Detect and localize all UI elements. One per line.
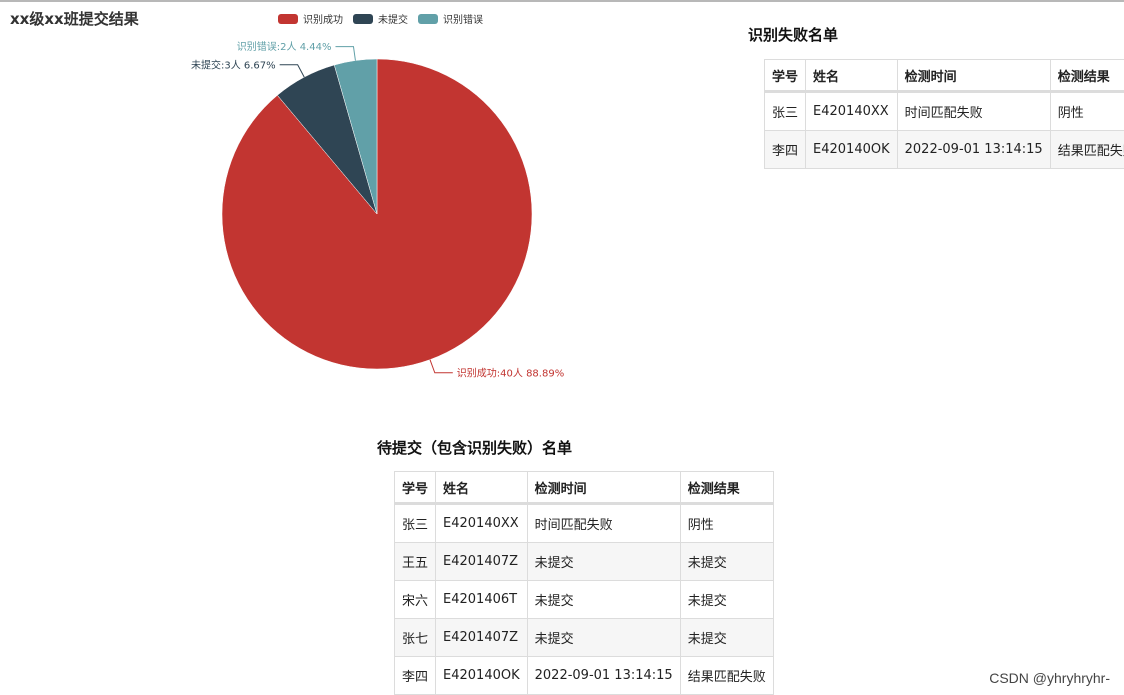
table-cell: 阴性: [1050, 92, 1124, 131]
pie-label-line-error: [335, 47, 355, 61]
column-header: 检测时间: [527, 472, 680, 504]
pie-label-line-success: [430, 360, 453, 373]
table-cell: 时间匹配失败: [527, 504, 680, 543]
table-cell: 结果匹配失败: [1050, 131, 1124, 169]
table-cell: 未提交: [527, 581, 680, 619]
table-cell: E420140OK: [806, 131, 898, 169]
watermark: CSDN @yhryhryhr-: [989, 670, 1110, 686]
table-cell: 2022-09-01 13:14:15: [897, 131, 1050, 169]
table-cell: E420140XX: [806, 92, 898, 131]
failed-list-title: 识别失败名单: [748, 24, 838, 45]
table-cell: E4201406T: [436, 581, 528, 619]
column-header: 学号: [765, 60, 806, 92]
pending-list-table: 学号 姓名 检测时间 检测结果 张三 E420140XX 时间匹配失败 阴性 王…: [394, 471, 774, 695]
table-cell: E4201407Z: [436, 619, 528, 657]
table-row: 李四 E420140OK 2022-09-01 13:14:15 结果匹配失败: [765, 131, 1124, 169]
table-cell: 阴性: [680, 504, 773, 543]
column-header: 学号: [395, 472, 436, 504]
table-cell: 未提交: [527, 543, 680, 581]
pie-label-success: 识别成功:40人 88.89%: [457, 367, 564, 379]
pie-label-error: 识别错误:2人 4.44%: [237, 40, 332, 53]
pending-list-title: 待提交（包含识别失败）名单: [377, 437, 572, 458]
table-cell: 张三: [395, 504, 436, 543]
table-cell: 未提交: [680, 619, 773, 657]
table-cell: E4201407Z: [436, 543, 528, 581]
table-row: 张三 E420140XX 时间匹配失败 阴性: [765, 92, 1124, 131]
table-cell: 2022-09-01 13:14:15: [527, 657, 680, 695]
column-header: 姓名: [806, 60, 898, 92]
column-header: 检测时间: [897, 60, 1050, 92]
table-cell: 宋六: [395, 581, 436, 619]
table-row: 李四 E420140OK 2022-09-01 13:14:15 结果匹配失败: [395, 657, 774, 695]
table-row: 宋六 E4201406T 未提交 未提交: [395, 581, 774, 619]
table-cell: 张三: [765, 92, 806, 131]
table-cell: 未提交: [680, 581, 773, 619]
pie-label-line-not-submitted: [280, 65, 305, 77]
failed-list-table: 学号 姓名 检测时间 检测结果 张三 E420140XX 时间匹配失败 阴性 李…: [764, 59, 1124, 169]
table-row: 王五 E4201407Z 未提交 未提交: [395, 543, 774, 581]
table-row: 张三 E420140XX 时间匹配失败 阴性: [395, 504, 774, 543]
table-cell: E420140OK: [436, 657, 528, 695]
table-cell: 未提交: [527, 619, 680, 657]
pie-chart: 识别成功:40人 88.89% 未提交:3人 6.67% 识别错误:2人 4.44%: [0, 0, 700, 400]
table-header-row: 学号 姓名 检测时间 检测结果: [395, 472, 774, 504]
table-row: 张七 E4201407Z 未提交 未提交: [395, 619, 774, 657]
column-header: 检测结果: [680, 472, 773, 504]
table-cell: 王五: [395, 543, 436, 581]
column-header: 检测结果: [1050, 60, 1124, 92]
table-cell: 李四: [765, 131, 806, 169]
table-header-row: 学号 姓名 检测时间 检测结果: [765, 60, 1124, 92]
table-cell: 李四: [395, 657, 436, 695]
table-cell: 未提交: [680, 543, 773, 581]
table-cell: E420140XX: [436, 504, 528, 543]
column-header: 姓名: [436, 472, 528, 504]
table-cell: 结果匹配失败: [680, 657, 773, 695]
table-cell: 时间匹配失败: [897, 92, 1050, 131]
pie-label-not-submitted: 未提交:3人 6.67%: [191, 58, 276, 71]
table-cell: 张七: [395, 619, 436, 657]
